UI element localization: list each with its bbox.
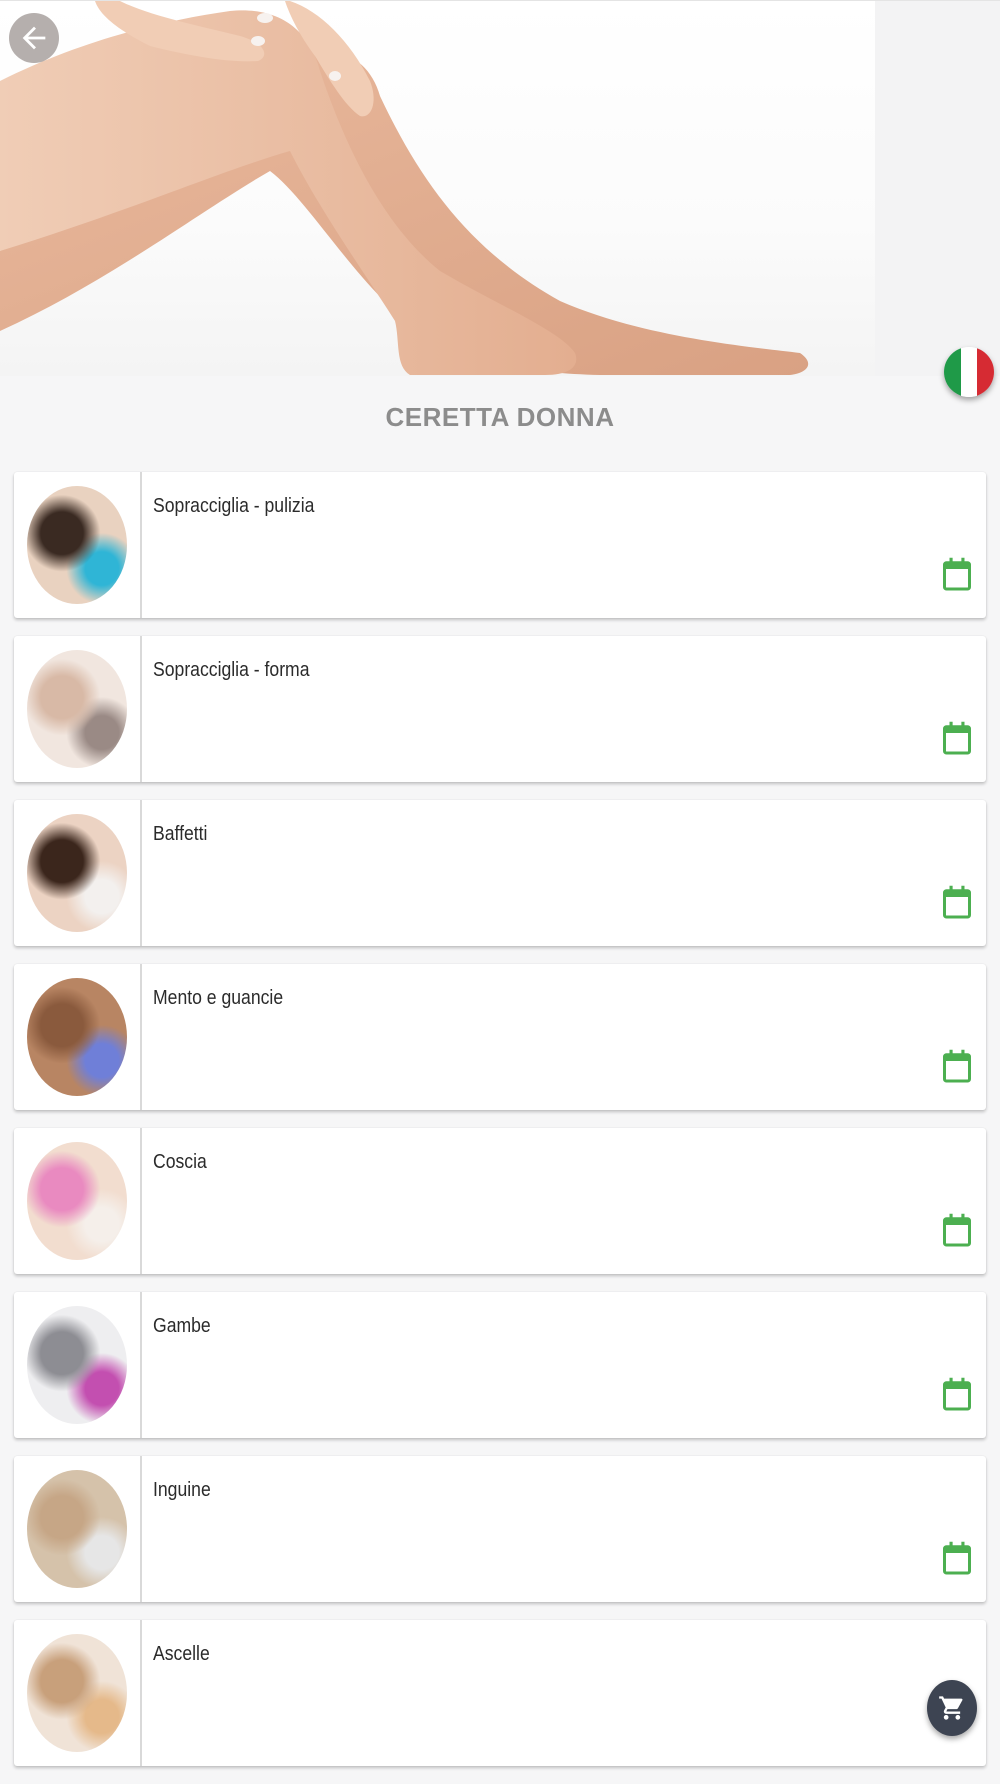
service-label: Coscia xyxy=(153,1151,207,1173)
service-thumbnail xyxy=(27,486,127,604)
service-label: Sopracciglia - forma xyxy=(153,659,310,681)
calendar-icon[interactable] xyxy=(942,1212,972,1248)
service-thumbnail xyxy=(27,1470,127,1588)
service-card[interactable]: Inguine xyxy=(14,1456,986,1602)
hero-image xyxy=(0,0,1000,376)
service-thumbnail-frame xyxy=(14,1620,142,1766)
service-label: Ascelle xyxy=(153,1643,210,1665)
service-thumbnail xyxy=(27,978,127,1096)
language-flag-button[interactable] xyxy=(944,347,994,397)
service-card[interactable]: Baffetti xyxy=(14,800,986,946)
calendar-icon[interactable] xyxy=(942,1048,972,1084)
service-thumbnail-frame xyxy=(14,636,142,782)
service-thumbnail-frame xyxy=(14,1292,142,1438)
calendar-icon[interactable] xyxy=(942,720,972,756)
service-label: Sopracciglia - pulizia xyxy=(153,495,315,517)
service-thumbnail-frame xyxy=(14,1128,142,1274)
calendar-icon[interactable] xyxy=(942,1540,972,1576)
service-thumbnail-frame xyxy=(14,472,142,618)
legs-illustration xyxy=(0,1,809,376)
service-card[interactable]: Sopracciglia - pulizia xyxy=(14,472,986,618)
page-title: CERETTA DONNA xyxy=(385,402,615,432)
service-label: Baffetti xyxy=(153,823,208,845)
service-thumbnail-frame xyxy=(14,964,142,1110)
service-list: Sopracciglia - pulizia Sopracciglia - for… xyxy=(14,472,986,1784)
service-label: Gambe xyxy=(153,1315,211,1337)
calendar-icon[interactable] xyxy=(942,884,972,920)
service-label: Inguine xyxy=(153,1479,211,1501)
calendar-icon[interactable] xyxy=(942,556,972,592)
service-thumbnail xyxy=(27,650,127,768)
service-card[interactable]: Ascelle xyxy=(14,1620,986,1766)
service-label: Mento e guancie xyxy=(153,987,284,1009)
arrow-left-icon xyxy=(22,26,46,50)
calendar-icon[interactable] xyxy=(942,1376,972,1412)
service-thumbnail xyxy=(27,814,127,932)
back-button[interactable] xyxy=(9,13,59,63)
service-card[interactable]: Gambe xyxy=(14,1292,986,1438)
service-thumbnail-frame xyxy=(14,800,142,946)
service-thumbnail-frame xyxy=(14,1456,142,1602)
service-card[interactable]: Mento e guancie xyxy=(14,964,986,1110)
service-card[interactable]: Coscia xyxy=(14,1128,986,1274)
cart-button[interactable] xyxy=(927,1680,977,1736)
service-card[interactable]: Sopracciglia - forma xyxy=(14,636,986,782)
service-thumbnail xyxy=(27,1634,127,1752)
service-thumbnail xyxy=(27,1306,127,1424)
shopping-cart-icon xyxy=(939,1696,963,1720)
service-thumbnail xyxy=(27,1142,127,1260)
